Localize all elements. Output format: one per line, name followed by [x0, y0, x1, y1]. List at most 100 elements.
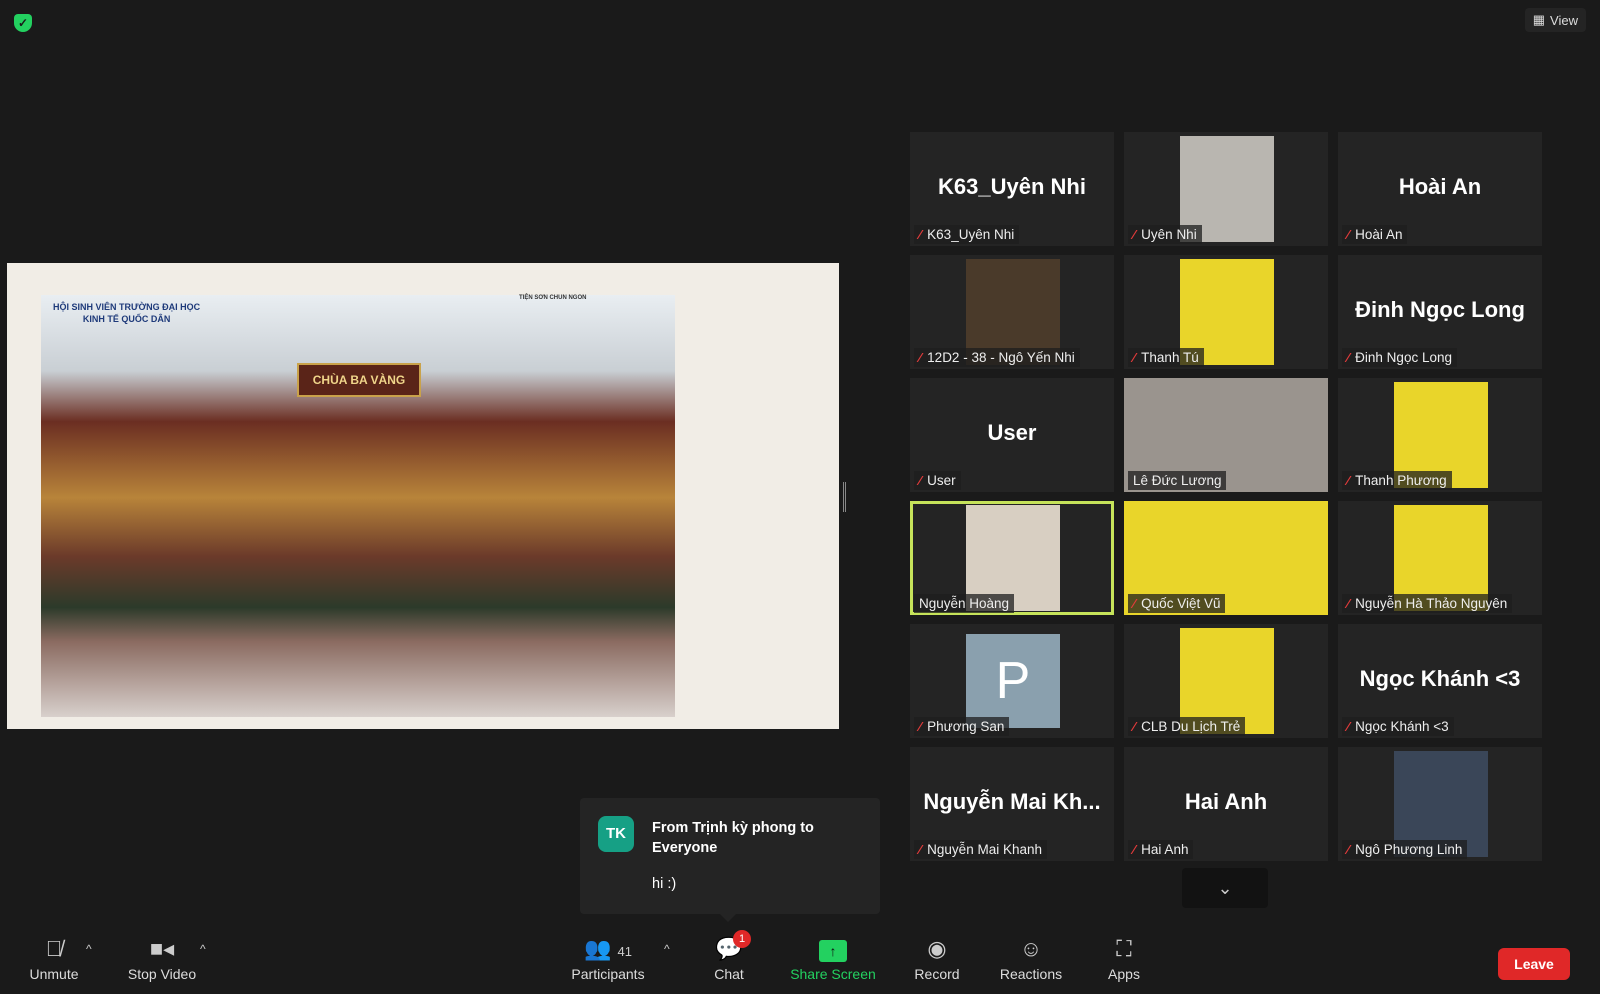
shared-screen: HỘI SINH VIÊN TRƯỜNG ĐẠI HỌC KINH TẾ QUỐC…: [7, 263, 839, 729]
participant-name: Thanh Phương: [1355, 473, 1447, 488]
participant-name: Hoài An: [1355, 227, 1403, 242]
stop-video-button[interactable]: ■◂ Stop Video: [122, 934, 202, 982]
avatar: P: [966, 634, 1060, 728]
participant-tile[interactable]: Lê Đức Lương: [1124, 378, 1328, 492]
participant-name: Uyên Nhi: [1141, 227, 1197, 242]
share-screen-icon: ↑: [819, 940, 847, 962]
participant-name: Lê Đức Lương: [1133, 473, 1222, 488]
participant-tile[interactable]: P ⁄ Phương San: [910, 624, 1114, 738]
chat-sender: From Trịnh kỳ phong to Everyone: [652, 820, 814, 856]
participant-tile[interactable]: ⁄ 12D2 - 38 - Ngô Yến Nhi: [910, 255, 1114, 369]
chat-message: hi :): [652, 876, 677, 892]
participant-display-name: Ngọc Khánh <3: [1359, 666, 1521, 691]
temple-sign: CHÙA BA VÀNG: [297, 363, 421, 397]
mic-muted-icon: ⁄: [1133, 842, 1136, 857]
participant-tile[interactable]: Đinh Ngọc Long ⁄ Đinh Ngọc Long: [1338, 255, 1542, 369]
grid-icon: ▦: [1532, 12, 1546, 27]
participant-name: Đinh Ngọc Long: [1355, 350, 1452, 365]
participant-name: Nguyễn Hà Thảo Nguyên: [1355, 596, 1508, 611]
mic-muted-icon: ⁄: [1347, 842, 1350, 857]
chat-notification[interactable]: TK From Trịnh kỳ phong to Everyone hi :): [580, 798, 880, 922]
chat-badge: 1: [733, 930, 751, 948]
next-page-chevron-down-icon[interactable]: ⌄: [1182, 868, 1268, 908]
participant-name: K63_Uyên Nhi: [927, 227, 1015, 242]
participant-display-name: K63_Uyên Nhi: [938, 174, 1086, 199]
participant-tile[interactable]: ⁄ Thanh Tú: [1124, 255, 1328, 369]
mic-muted-icon: ⁄: [919, 842, 922, 857]
participant-display-name: Hoài An: [1398, 174, 1482, 199]
participant-name: 12D2 - 38 - Ngô Yến Nhi: [927, 350, 1075, 365]
participant-display-name: Đinh Ngọc Long: [1355, 297, 1525, 322]
participant-tile[interactable]: Hai Anh ⁄ Hai Anh: [1124, 747, 1328, 861]
avatar: TK: [598, 816, 634, 852]
participant-name: Ngọc Khánh <3: [1355, 719, 1449, 734]
apps-icon: ⛶: [1116, 936, 1132, 961]
reactions-button[interactable]: ☺ Reactions: [996, 934, 1066, 982]
apps-button[interactable]: ⛶ Apps: [1104, 934, 1144, 982]
participant-tile[interactable]: ⁄ CLB Du Lịch Trẻ: [1124, 624, 1328, 738]
slide-corner-text: TIỆN SƠN CHUN NGON: [519, 295, 587, 301]
mic-muted-icon: ⁄: [1347, 473, 1350, 488]
participant-name-label: ⁄ Phương San: [914, 717, 1010, 736]
participants-button[interactable]: 👥 41 Participants: [566, 934, 650, 982]
participant-name-label: ⁄ Nguyễn Mai Khanh: [914, 840, 1047, 859]
record-button[interactable]: ◉ Record: [912, 934, 962, 982]
mic-muted-icon: ⁄: [919, 473, 922, 488]
unmute-button[interactable]: 🎙̸ Unmute: [24, 934, 84, 982]
participant-name: Hai Anh: [1141, 842, 1189, 857]
participant-tile[interactable]: ⁄ Ngô Phương Linh: [1338, 747, 1542, 861]
slide-title: HỘI SINH VIÊN TRƯỜNG ĐẠI HỌC KINH TẾ QUỐC…: [53, 302, 201, 324]
participants-options-caret-icon[interactable]: ^: [664, 942, 670, 956]
participant-display-name: Nguyễn Mai Kh...: [923, 789, 1101, 814]
participant-name: Phương San: [927, 719, 1005, 734]
mic-muted-icon: ⁄: [919, 227, 922, 242]
participant-name-label: ⁄ 12D2 - 38 - Ngô Yến Nhi: [914, 348, 1080, 367]
participant-tile[interactable]: Nguyễn Hoàng: [910, 501, 1114, 615]
participant-name: Quốc Việt Vũ: [1141, 596, 1221, 611]
participant-name-label: ⁄ K63_Uyên Nhi: [914, 225, 1020, 244]
leave-button[interactable]: Leave: [1498, 948, 1570, 980]
mic-muted-icon: ⁄: [919, 719, 922, 734]
mic-off-icon: 🎙̸: [45, 936, 63, 961]
audio-options-caret-icon[interactable]: ^: [86, 942, 92, 956]
chat-button[interactable]: 💬 1 Chat: [709, 930, 751, 982]
participant-name: CLB Du Lịch Trẻ: [1141, 719, 1241, 734]
participant-name-label: ⁄ Uyên Nhi: [1128, 225, 1202, 244]
participant-tile[interactable]: Ngọc Khánh <3 ⁄ Ngọc Khánh <3: [1338, 624, 1542, 738]
participant-tile[interactable]: ⁄ Quốc Việt Vũ: [1124, 501, 1328, 615]
meeting-toolbar: 🎙̸ Unmute ^ ■◂ Stop Video ^ 👥 41 Participan…: [0, 930, 1600, 994]
participant-tile[interactable]: ⁄ Nguyễn Hà Thảo Nguyên: [1338, 501, 1542, 615]
participant-name-label: ⁄ User: [914, 471, 961, 490]
resize-handle[interactable]: [843, 482, 846, 512]
participant-name: Nguyễn Hoàng: [919, 596, 1010, 611]
reactions-smiley-icon: ☺: [1019, 936, 1043, 961]
participant-name-label: ⁄ CLB Du Lịch Trẻ: [1128, 717, 1246, 736]
participant-display-name: User: [987, 420, 1037, 445]
participant-name: User: [927, 473, 956, 488]
participant-name-label: ⁄ Thanh Phương: [1342, 471, 1452, 490]
participant-tile[interactable]: User ⁄ User: [910, 378, 1114, 492]
participant-tile[interactable]: K63_Uyên Nhi ⁄ K63_Uyên Nhi: [910, 132, 1114, 246]
group-photo: [41, 295, 675, 717]
participants-icon: 👥: [584, 936, 612, 961]
share-screen-button[interactable]: ↑ Share Screen: [788, 934, 878, 982]
view-button[interactable]: ▦ View: [1524, 8, 1586, 32]
participant-name-label: Lê Đức Lương: [1128, 471, 1227, 490]
participant-name-label: ⁄ Thanh Tú: [1128, 348, 1204, 367]
participant-name: Ngô Phương Linh: [1355, 842, 1463, 857]
participant-tile[interactable]: Nguyễn Mai Kh... ⁄ Nguyễn Mai Khanh: [910, 747, 1114, 861]
participant-name-label: Nguyễn Hoàng: [914, 594, 1015, 613]
participant-tile[interactable]: ⁄ Thanh Phương: [1338, 378, 1542, 492]
mic-muted-icon: ⁄: [1133, 719, 1136, 734]
participant-name-label: ⁄ Hoài An: [1342, 225, 1408, 244]
participant-name-label: ⁄ Nguyễn Hà Thảo Nguyên: [1342, 594, 1513, 613]
mic-muted-icon: ⁄: [1347, 719, 1350, 734]
video-camera-icon: ■◂: [149, 936, 175, 961]
encryption-shield-icon[interactable]: ✓: [14, 14, 32, 32]
mic-muted-icon: ⁄: [1133, 227, 1136, 242]
mic-muted-icon: ⁄: [1347, 350, 1350, 365]
participant-tile[interactable]: ⁄ Uyên Nhi: [1124, 132, 1328, 246]
video-options-caret-icon[interactable]: ^: [200, 942, 206, 956]
participant-tile[interactable]: Hoài An ⁄ Hoài An: [1338, 132, 1542, 246]
mic-muted-icon: ⁄: [1133, 596, 1136, 611]
